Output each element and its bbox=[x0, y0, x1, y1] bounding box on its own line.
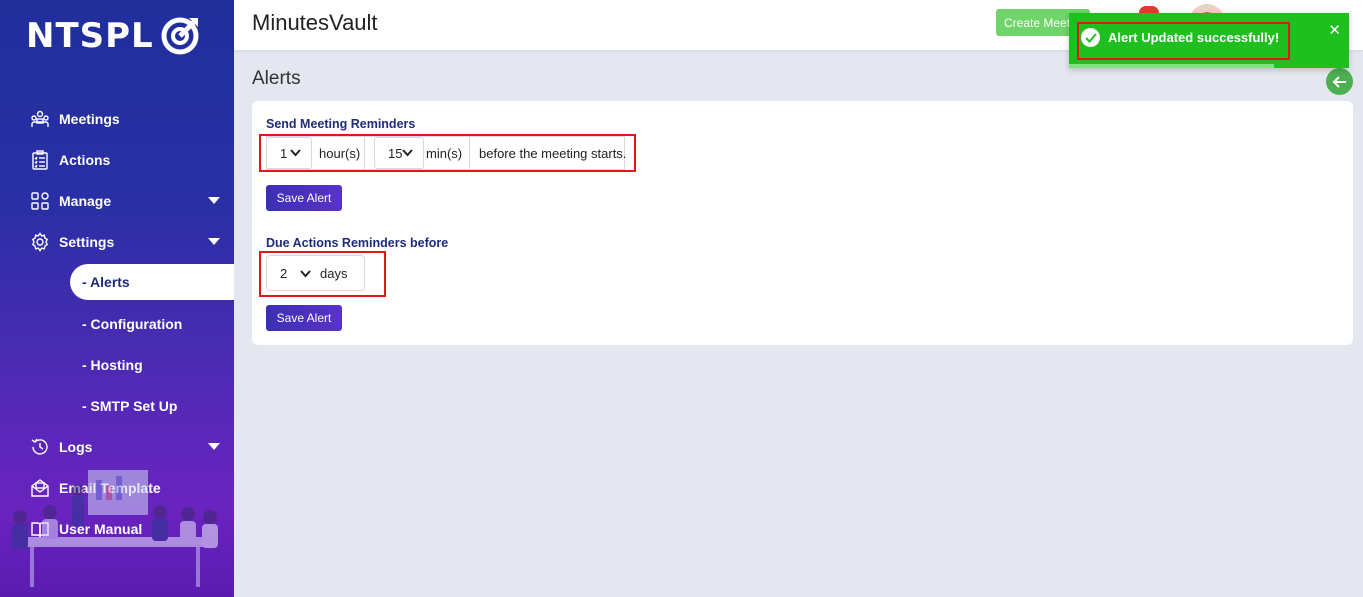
arrow-left-icon bbox=[1332, 75, 1346, 88]
success-toast: Alert Updated successfully! ✕ bbox=[1069, 13, 1349, 68]
sidebar-subitem-configuration[interactable]: - Configuration bbox=[0, 303, 234, 344]
sidebar-item-label: Actions bbox=[59, 151, 111, 168]
sidebar-item-label: Settings bbox=[59, 233, 115, 250]
chevron-down-icon bbox=[208, 238, 220, 245]
meeting-reminder-label: Send Meeting Reminders bbox=[266, 117, 416, 131]
history-icon bbox=[30, 437, 50, 457]
page-title: Alerts bbox=[252, 68, 301, 89]
sidebar-item-label: Manage bbox=[59, 192, 112, 209]
close-icon[interactable]: ✕ bbox=[1328, 21, 1341, 39]
sidebar-item-actions[interactable]: Actions bbox=[0, 139, 234, 180]
grid-icon bbox=[30, 191, 50, 211]
chevron-down-icon bbox=[208, 197, 220, 204]
highlight-box bbox=[259, 251, 386, 297]
app-title: MinutesVault bbox=[252, 10, 378, 35]
logo-text: NTSPL bbox=[26, 16, 154, 56]
sidebar-item-logs[interactable]: Logs bbox=[0, 426, 234, 467]
highlight-box bbox=[1077, 22, 1290, 60]
sidebar-item-label: Meetings bbox=[59, 110, 120, 127]
sidebar: NTSPL Meetings Actions Manage Settings -… bbox=[0, 0, 234, 597]
sidebar-item-label: Logs bbox=[59, 438, 93, 455]
highlight-box bbox=[259, 134, 636, 172]
sidebar-subitem-hosting[interactable]: - Hosting bbox=[0, 344, 234, 385]
meeting-illustration bbox=[12, 470, 218, 587]
due-reminder-label: Due Actions Reminders before bbox=[266, 236, 449, 250]
ntspl-logo: NTSPL bbox=[26, 14, 202, 58]
save-meeting-alert-button[interactable]: Save Alert bbox=[266, 185, 342, 211]
sidebar-subitem-smtp[interactable]: - SMTP Set Up bbox=[0, 385, 234, 426]
sidebar-item-meetings[interactable]: Meetings bbox=[0, 98, 234, 139]
toast-progress-bar bbox=[1069, 64, 1274, 68]
save-due-alert-button[interactable]: Save Alert bbox=[266, 305, 342, 331]
sidebar-item-manage[interactable]: Manage bbox=[0, 180, 234, 221]
logo-arrow-icon bbox=[161, 17, 199, 55]
chevron-down-icon bbox=[208, 443, 220, 450]
meetings-icon bbox=[30, 109, 50, 129]
sidebar-subitem-alerts[interactable]: - Alerts bbox=[70, 264, 234, 300]
clipboard-icon bbox=[30, 149, 50, 170]
sidebar-item-settings[interactable]: Settings bbox=[0, 221, 234, 262]
gear-icon bbox=[30, 231, 50, 252]
alerts-card: Send Meeting Reminders 1 hour(s) 15 min(… bbox=[252, 101, 1353, 345]
back-button[interactable] bbox=[1326, 68, 1353, 95]
